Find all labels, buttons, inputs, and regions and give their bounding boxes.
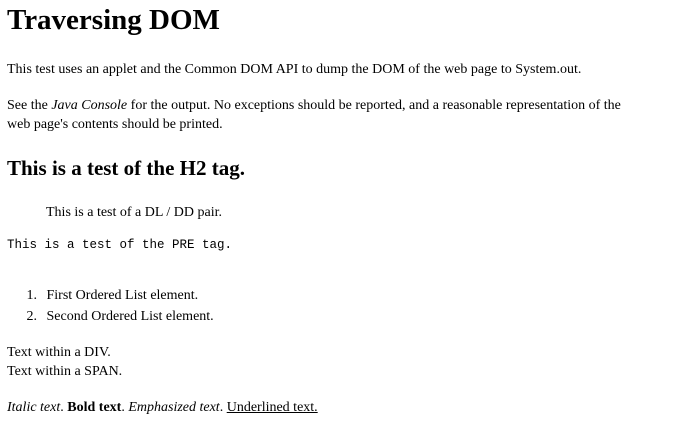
console-prefix: See the [7,98,52,113]
page-title: Traversing DOM [7,4,220,36]
console-line1-rest: for the output. No exceptions should be … [127,98,621,113]
ordered-list-item: 2. Second Ordered List element. [21,308,214,326]
emphasized-text: Emphasized text [128,400,220,415]
bold-text: Bold text [67,400,122,415]
console-paragraph-line2: web page's contents should be printed. [7,117,223,132]
list-number: 1. [26,288,38,303]
list-item-text: First Ordered List element. [46,288,199,303]
console-paragraph-line1: See the Java Console for the output. No … [7,97,621,115]
inline-styles-line: Italic text. Bold text. Emphasized text.… [7,400,318,415]
dd-text: This is a test of a DL / DD pair. [46,205,223,220]
span-text: Text within a SPAN. [7,364,123,379]
intro-paragraph: This test uses an applet and the Common … [7,62,582,77]
italic-text: Italic text [7,400,61,415]
pre-text: This is a test of the PRE tag. [7,238,233,252]
list-item-text: Second Ordered List element. [46,309,214,324]
list-number: 2. [26,309,38,324]
div-text: Text within a DIV. [7,345,111,360]
underlined-text: Underlined text. [226,400,318,415]
ordered-list-item: 1. First Ordered List element. [21,287,199,305]
h2-heading: This is a test of the H2 tag. [7,156,245,180]
java-console-text: Java Console [51,98,128,113]
page: Traversing DOM This test uses an applet … [0,0,687,430]
